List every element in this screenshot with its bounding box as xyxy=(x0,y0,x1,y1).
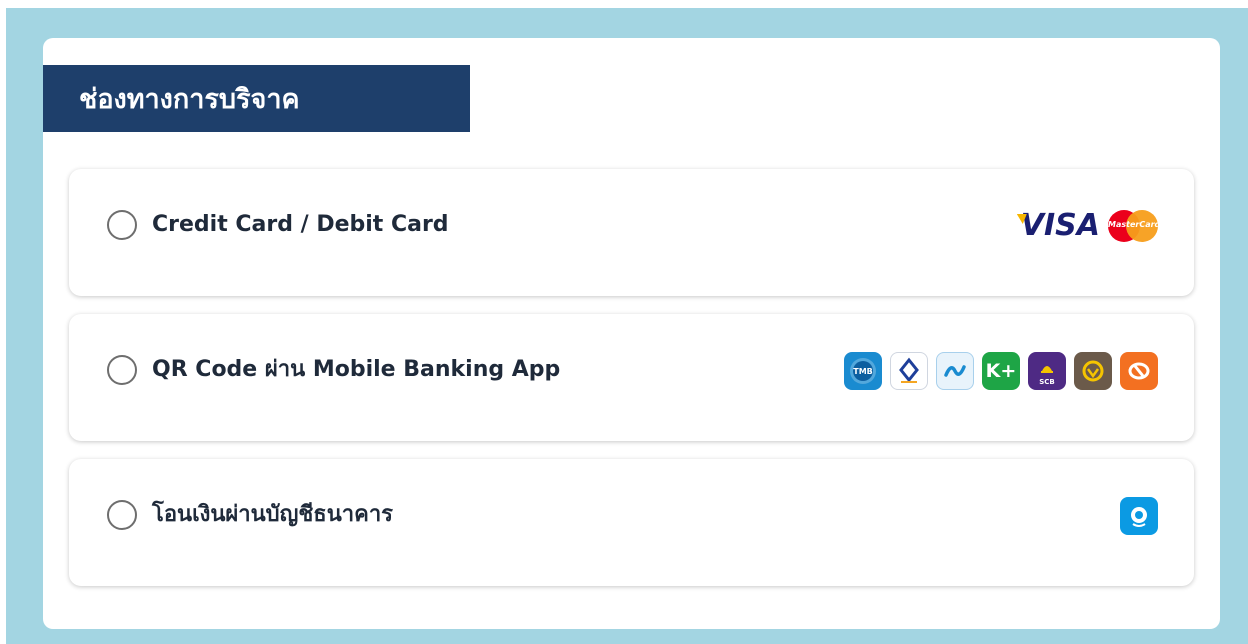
tmb-touch-icon: TMB xyxy=(844,352,882,390)
bank-transfer-label: โอนเงินผ่านบัญชีธนาคาร xyxy=(152,502,394,527)
payment-option-qr-code[interactable]: QR Code ผ่าน Mobile Banking App TMB K+ S… xyxy=(69,314,1194,441)
mastercard-logo: MasterCard xyxy=(1108,210,1160,242)
bank-transfer-radio[interactable] xyxy=(107,500,137,530)
kplus-icon: K+ xyxy=(982,352,1020,390)
section-title: ช่องทางการบริจาค xyxy=(43,65,470,132)
bank-transfer-logos xyxy=(1120,496,1158,536)
card-logos: VISA MasterCard xyxy=(1021,206,1160,246)
visa-logo: VISA xyxy=(1021,206,1100,246)
qr-code-radio[interactable] xyxy=(107,355,137,385)
credit-card-radio[interactable] xyxy=(107,210,137,240)
section-title-text: ช่องทางการบริจาค xyxy=(79,84,300,115)
bangkok-bank-icon xyxy=(890,352,928,390)
krungsri-icon xyxy=(1074,352,1112,390)
thanachart-icon xyxy=(1120,352,1158,390)
scb-easy-icon: SCB xyxy=(1028,352,1066,390)
mobile-banking-logos: TMB K+ SCB xyxy=(844,351,1158,391)
credit-card-label: Credit Card / Debit Card xyxy=(152,212,449,237)
krungthai-bank-icon xyxy=(1120,497,1158,535)
payment-option-bank-transfer[interactable]: โอนเงินผ่านบัญชีธนาคาร xyxy=(69,459,1194,586)
payment-option-credit-card[interactable]: Credit Card / Debit Card VISA MasterCard xyxy=(69,169,1194,296)
qr-code-label: QR Code ผ่าน Mobile Banking App xyxy=(152,357,561,382)
krungthai-next-icon xyxy=(936,352,974,390)
